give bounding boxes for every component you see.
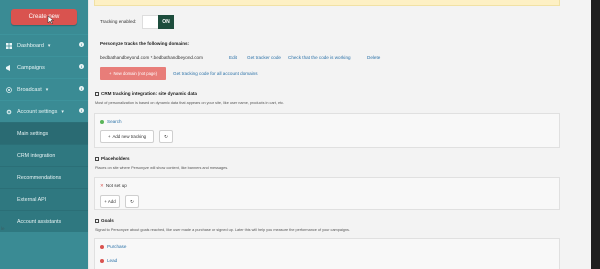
goals-title-text: Goals bbox=[101, 218, 114, 223]
crm-description: Most of personalization is based on dyna… bbox=[95, 101, 285, 105]
sidebar-subitem-recommendations[interactable]: Recommendations bbox=[0, 166, 88, 188]
new-domain-label: New domain (not page) bbox=[113, 71, 157, 76]
goal-item-lead[interactable]: Lead bbox=[100, 258, 117, 263]
placeholders-title-text: Placeholders bbox=[101, 156, 130, 161]
sidebar-item-dashboard[interactable]: Dashboard ▾ i bbox=[0, 34, 88, 56]
all-domains-code-link[interactable]: Get tracking code for all account domain… bbox=[173, 71, 258, 76]
status-dot-icon bbox=[100, 258, 104, 263]
goals-section-title: Goals bbox=[95, 218, 114, 223]
placeholders-section-title: Placeholders bbox=[95, 156, 130, 161]
goal-item-label: Lead bbox=[107, 258, 118, 263]
campaigns-icon bbox=[6, 64, 12, 71]
window-edge bbox=[591, 0, 600, 269]
placeholders-status: ✕ Not set up bbox=[100, 183, 127, 189]
placeholders-status-label: Not set up bbox=[105, 183, 127, 188]
info-badge-icon[interactable]: i bbox=[79, 86, 84, 91]
refresh-placeholders-button[interactable]: ↻ bbox=[125, 195, 139, 208]
add-new-tracking-button[interactable]: + Add new tracking bbox=[100, 130, 154, 143]
edit-domain-link[interactable]: Edit bbox=[229, 55, 237, 60]
dashboard-icon bbox=[6, 42, 12, 49]
sidebar-item-account-settings[interactable]: Account settings ▾ i bbox=[0, 100, 88, 122]
add-placeholder-label: Add bbox=[107, 199, 116, 204]
sidebar-subitem-main-settings[interactable]: Main settings bbox=[0, 122, 88, 144]
create-new-button[interactable]: Create new bbox=[11, 9, 77, 25]
tracking-enabled-label: Tracking enabled: bbox=[100, 19, 137, 24]
sidebar-header: Create new bbox=[0, 0, 88, 34]
settings-icon bbox=[6, 109, 12, 115]
mouse-pointer-icon bbox=[47, 16, 54, 24]
get-tracker-code-link[interactable]: Get tracker code bbox=[247, 55, 281, 60]
tracking-toggle-off[interactable] bbox=[142, 15, 158, 29]
refresh-icon: ↻ bbox=[130, 198, 134, 204]
goal-item-label: Purchase bbox=[107, 244, 127, 249]
x-icon: ✕ bbox=[100, 183, 104, 188]
domains-heading: Personyze tracks the following domains: bbox=[100, 41, 190, 46]
add-placeholder-button[interactable]: + Add bbox=[100, 195, 120, 208]
sidebar-item-label: Account settings bbox=[17, 108, 58, 115]
section-checkbox-icon bbox=[95, 156, 99, 161]
goal-item-purchase[interactable]: Purchase bbox=[100, 244, 126, 249]
plus-icon: + bbox=[104, 199, 107, 204]
sidebar-item-label: Broadcast bbox=[17, 86, 42, 93]
sidebar-item-campaigns[interactable]: Campaigns i bbox=[0, 56, 88, 78]
sidebar-subitem-external-api[interactable]: External API bbox=[0, 188, 88, 210]
status-dot-icon bbox=[100, 119, 104, 124]
domain-value: bedbathandbeyond.com *.bedbathandbeyond.… bbox=[100, 55, 203, 60]
delete-domain-link[interactable]: Delete bbox=[367, 55, 380, 60]
notice-banner bbox=[94, 0, 560, 6]
section-checkbox-icon bbox=[95, 91, 99, 96]
sidebar-item-label: Dashboard bbox=[17, 42, 44, 49]
sidebar-subitem-account-assistants[interactable]: Account assistants bbox=[0, 210, 88, 232]
status-dot-icon bbox=[100, 244, 104, 249]
goals-description: Signal to Personyze about goals reached,… bbox=[95, 228, 350, 232]
section-checkbox-icon bbox=[95, 218, 99, 223]
main-content: Tracking enabled: ON Personyze tracks th… bbox=[89, 0, 600, 269]
tracking-toggle-on[interactable]: ON bbox=[158, 15, 174, 29]
sidebar-item-label: Campaigns bbox=[17, 64, 45, 71]
crm-item-label: Search bbox=[107, 119, 122, 124]
new-domain-button[interactable]: + New domain (not page) bbox=[100, 67, 166, 80]
sidebar: Create new Dashboard ▾ i Campaigns i Bro… bbox=[0, 0, 88, 269]
info-badge-icon[interactable]: i bbox=[79, 42, 84, 47]
chevron-down-icon: ▾ bbox=[47, 42, 51, 49]
placeholders-description: Places on site where Personyze will show… bbox=[95, 166, 229, 170]
refresh-icon: ↻ bbox=[164, 133, 168, 139]
crm-section-title: CRM tracking integration: site dynamic d… bbox=[95, 91, 197, 96]
broadcast-icon bbox=[6, 86, 12, 93]
plus-icon: + bbox=[107, 134, 111, 139]
placeholders-panel: ✕ Not set up + Add ↻ bbox=[94, 177, 560, 210]
sidebar-item-broadcast[interactable]: Broadcast ▾ i bbox=[0, 78, 88, 100]
crm-title-text: CRM tracking integration: site dynamic d… bbox=[101, 91, 197, 96]
crm-item-search[interactable]: Search bbox=[100, 119, 122, 124]
sidebar-subitem-crm-integration[interactable]: CRM integration bbox=[0, 144, 88, 166]
info-badge-icon[interactable]: i bbox=[79, 108, 84, 113]
info-badge-icon[interactable]: i bbox=[79, 64, 84, 69]
crm-tracking-panel: Search + Add new tracking ↻ bbox=[94, 113, 560, 148]
create-new-label: Create new bbox=[28, 14, 60, 20]
check-code-link[interactable]: Check that the code is working bbox=[288, 55, 351, 60]
add-new-tracking-label: Add new tracking bbox=[112, 134, 147, 139]
refresh-tracking-button[interactable]: ↻ bbox=[159, 130, 173, 143]
app-screen: Create new Dashboard ▾ i Campaigns i Bro… bbox=[0, 0, 600, 269]
chevron-down-icon: ▾ bbox=[61, 108, 64, 115]
goals-panel: Purchase Lead bbox=[94, 238, 560, 269]
chevron-down-icon: ▾ bbox=[45, 86, 49, 93]
sidebar-stub-text: le bbox=[1, 226, 5, 231]
plus-icon: + bbox=[109, 71, 112, 76]
